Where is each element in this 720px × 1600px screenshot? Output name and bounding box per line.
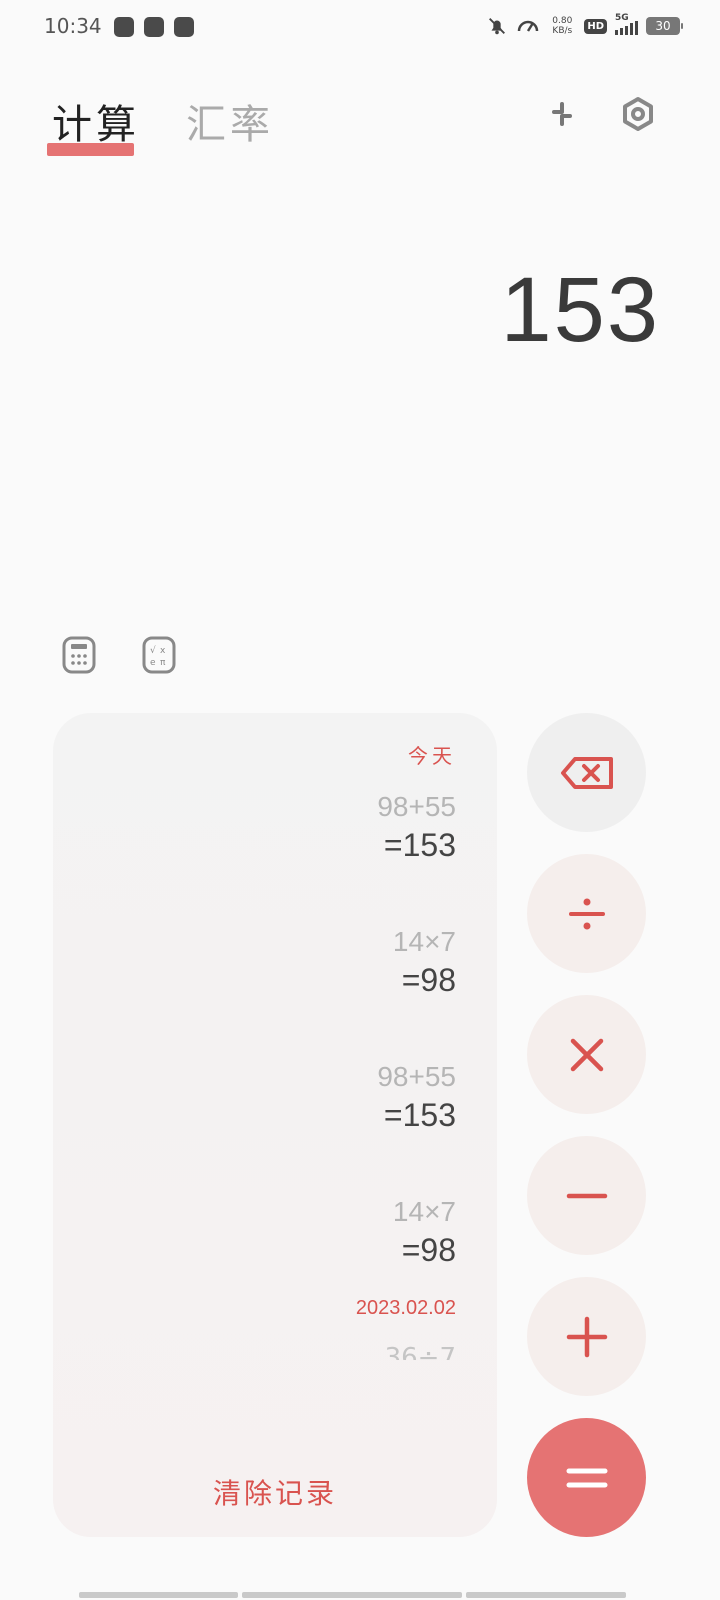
tv-app-icon [114,17,134,37]
status-app-icons [114,17,194,37]
mute-bell-icon [489,18,506,35]
net-speed-unit: KB/s [552,26,573,36]
history-expression[interactable]: 98+55 [96,1061,456,1093]
multiply-button[interactable] [527,995,646,1114]
history-date: 2023.02.02 [355,1297,456,1319]
net-speed-value: 0.80 [552,16,573,26]
history-expression[interactable]: 14×7 [96,1196,456,1228]
cat-app-icon [174,17,194,37]
result-display: 153 [500,259,660,361]
net-speed: 0.80 KB/s [548,16,576,36]
svg-text:x: x [160,646,166,656]
backspace-icon [560,756,613,789]
battery-level: 30 [655,19,671,33]
battery-icon: 30 [646,17,683,35]
svg-text:√: √ [150,645,156,656]
svg-text:e: e [150,658,156,668]
hd-badge: HD [584,18,607,34]
tab-calculate[interactable]: 计算 [52,92,140,150]
history-expression[interactable]: 14×7 [96,926,456,958]
equals-button[interactable] [527,1418,646,1537]
calculator-icon[interactable] [62,636,96,674]
speedometer-icon [518,20,539,32]
status-indicators: 0.80 KB/s HD 5G 30 [486,13,683,38]
bottom-bar [79,1592,626,1598]
clear-history-button[interactable]: 清除记录 [53,1447,497,1537]
status-time: 10:34 [44,14,102,38]
active-tab-indicator [47,143,134,156]
history-date-today: 今天 [408,744,456,768]
history-result[interactable]: =153 [96,1097,456,1134]
history-expression[interactable]: 98+55 [96,791,456,823]
equals-icon [566,1468,607,1487]
plus-button[interactable] [527,1277,646,1396]
tab-exchange-rate[interactable]: 汇率 [186,92,274,150]
plus-icon [566,1316,607,1357]
history-result[interactable]: =153 [96,827,456,864]
history-expression-partial[interactable]: 36÷7 [96,1338,456,1360]
backspace-button[interactable] [527,713,646,832]
history-result[interactable]: =98 [96,1232,456,1269]
history-panel[interactable]: 今天 98+55 =153 14×7 =98 98+55 =153 14×7 =… [53,713,497,1537]
shrink-icon[interactable] [544,96,580,132]
message-app-icon [144,17,164,37]
scientific-icon[interactable]: √ x e π [142,636,176,674]
svg-text:π: π [160,658,166,668]
network-type: 5G [615,13,629,23]
minus-icon [566,1193,607,1198]
status-bar: 10:34 0.80 KB/s HD 5G 30 [0,0,720,56]
history-list: 今天 98+55 =153 14×7 =98 98+55 =153 14×7 =… [96,713,456,1360]
history-result[interactable]: =98 [96,962,456,999]
signal-icon: 5G [615,13,638,35]
minus-button[interactable] [527,1136,646,1255]
divide-icon [568,898,605,929]
settings-icon[interactable] [620,96,656,132]
divide-button[interactable] [527,854,646,973]
multiply-icon [570,1038,603,1071]
